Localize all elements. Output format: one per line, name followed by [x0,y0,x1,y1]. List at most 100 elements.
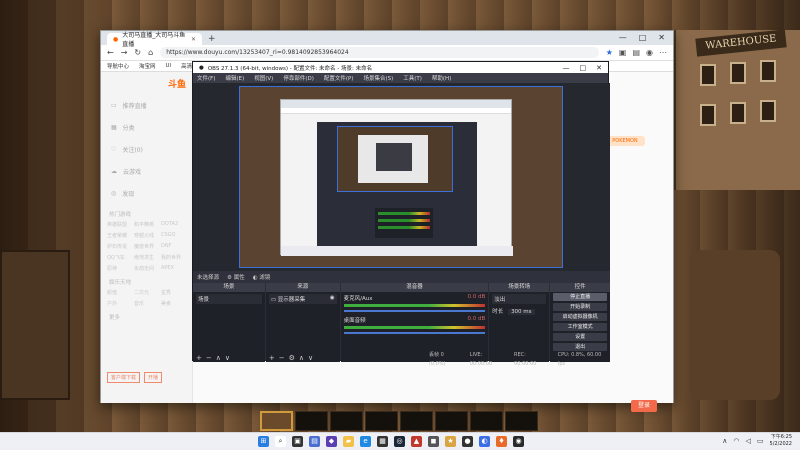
chat-icon[interactable]: ◆ [326,436,337,447]
widgets-icon[interactable]: ▤ [309,436,320,447]
minimize-button[interactable]: — [619,31,627,45]
volume-slider[interactable] [343,310,486,312]
remove-icon[interactable]: − [206,354,212,362]
bookmark-item[interactable]: 淘宝网 [139,62,156,70]
store-icon[interactable]: ▦ [377,436,388,447]
add-icon[interactable]: + [269,354,275,362]
sidebar-item-category[interactable]: ▦ 分类 [101,116,192,138]
file-explorer-icon[interactable]: ▰ [343,436,354,447]
hotbar-slot[interactable] [400,411,433,431]
variety-link[interactable]: 户外 [107,300,132,307]
hotbar-slot[interactable] [330,411,363,431]
profile-icon[interactable]: ◉ [646,48,653,57]
game-link[interactable]: QQ飞车 [107,254,132,261]
add-icon[interactable]: + [196,354,202,362]
address-bar[interactable]: https://www.douyu.com/13253407_ri=0.9814… [160,47,599,58]
game-link[interactable]: 永劫无间 [134,265,159,272]
back-button[interactable]: ← [107,48,114,57]
game-link[interactable]: DOTA2 [161,221,186,228]
variety-link[interactable]: 颜值 [107,289,132,296]
properties-button[interactable]: ⚙ 属性 [227,273,245,281]
menu-item[interactable]: 文件(F) [197,74,215,82]
browser-tab[interactable]: ● 大司马直播_大司马斗鱼直播 ✕ [107,32,202,48]
variety-link[interactable]: 星秀 [161,289,186,296]
settings-button[interactable]: 设置 [553,333,608,341]
menu-item[interactable]: 帮助(H) [432,74,451,82]
obs-close-button[interactable]: ✕ [596,64,602,72]
obs-preview-canvas[interactable] [239,86,563,268]
battery-icon[interactable]: ▭ [757,437,764,445]
game-link[interactable]: 我的世界 [161,254,186,261]
start-recording-button[interactable]: 开始录制 [553,303,608,311]
app-icon[interactable]: ◼ [428,436,439,447]
menu-item[interactable]: 视图(V) [254,74,273,82]
app-icon[interactable]: ◐ [479,436,490,447]
extensions-icon[interactable]: ▣ [619,48,627,57]
obs-minimize-button[interactable]: — [563,64,570,72]
stop-streaming-button[interactable]: 停止直播 [553,293,608,301]
down-icon[interactable]: ∨ [308,354,313,362]
maximize-button[interactable]: □ [639,31,647,45]
forward-button[interactable]: → [121,48,128,57]
exit-button[interactable]: 退出 [553,343,608,351]
collections-icon[interactable]: ▤ [632,48,640,57]
gear-icon[interactable]: ⚙ [289,354,295,362]
hotbar-slot[interactable] [365,411,398,431]
source-item[interactable]: ▭ 显示器采集 ◉ [268,294,337,304]
menu-item[interactable]: 停靠部件(D) [283,74,314,82]
hotbar-slot[interactable] [260,411,293,431]
home-button[interactable]: ⌂ [148,48,153,57]
duration-input[interactable]: 300 ms [508,309,535,315]
refresh-button[interactable]: ↻ [134,48,141,57]
virtual-camera-button[interactable]: 启动虚拟摄像机 [553,313,608,321]
promo-badge[interactable]: POKEMON [605,136,645,146]
scene-item[interactable]: 场景 [196,294,262,304]
remove-icon[interactable]: − [279,354,285,362]
close-button[interactable]: ✕ [658,31,665,45]
bookmark-item[interactable]: 导航中心 [107,62,129,70]
edge-browser-icon[interactable]: e [360,436,371,447]
start-icon[interactable]: ⊞ [258,436,269,447]
clock[interactable]: 下午6:25 5/2/2022 [770,434,792,448]
eye-icon[interactable]: ◉ [330,295,335,301]
menu-item[interactable]: 编辑(E) [225,74,244,82]
hotbar-slot[interactable] [295,411,328,431]
game-link[interactable]: APEX [161,265,186,272]
task-view-icon[interactable]: ▣ [292,436,303,447]
steam-icon[interactable]: ◎ [394,436,405,447]
variety-link[interactable]: 二次元 [134,289,159,296]
menu-item[interactable]: 场景集合(S) [363,74,393,82]
up-icon[interactable]: ∧ [299,354,304,362]
game-link[interactable]: 绝地求生 [134,254,159,261]
start-broadcast-button[interactable]: 开播 [144,372,163,383]
hotbar-slot[interactable] [505,411,538,431]
game-icon[interactable]: ★ [445,436,456,447]
game-link[interactable]: 穿越火线 [134,232,159,239]
game-link[interactable]: 魔兽世界 [134,243,159,250]
down-icon[interactable]: ∨ [225,354,230,362]
app-icon[interactable]: ● [462,436,473,447]
bookmark-item[interactable]: Ul [166,63,172,69]
favorite-star-icon[interactable]: ★ [606,48,613,57]
sidebar-item-follow[interactable]: ♡ 关注(0) [101,138,192,160]
download-client-button[interactable]: 客户端下载 [107,372,141,383]
filters-button[interactable]: ◐ 滤镜 [253,273,271,281]
volume-icon[interactable]: ◁ [746,437,751,445]
app-icon[interactable]: ▲ [411,436,422,447]
sidebar-item-recommend[interactable]: ▭ 推荐直播 [101,94,192,116]
menu-item[interactable]: 配置文件(P) [324,74,354,82]
game-link[interactable]: 炉石传说 [107,243,132,250]
more-menu-icon[interactable]: ⋯ [659,48,667,57]
obs-app-icon[interactable]: ◉ [513,436,524,447]
search-icon[interactable]: ⌕ [275,436,286,447]
sidebar-item-discover[interactable]: ◎ 发现 [101,182,192,204]
transition-select[interactable]: 淡出 [492,294,547,304]
variety-link[interactable]: 美食 [161,300,186,307]
game-link[interactable]: 原神 [107,265,132,272]
tab-close-icon[interactable]: ✕ [191,36,196,43]
chevron-up-icon[interactable]: ∧ [722,437,727,445]
new-tab-button[interactable]: + [208,33,216,45]
hotbar-slot[interactable] [435,411,468,431]
game-link[interactable]: 英雄联盟 [107,221,132,228]
up-icon[interactable]: ∧ [216,354,221,362]
